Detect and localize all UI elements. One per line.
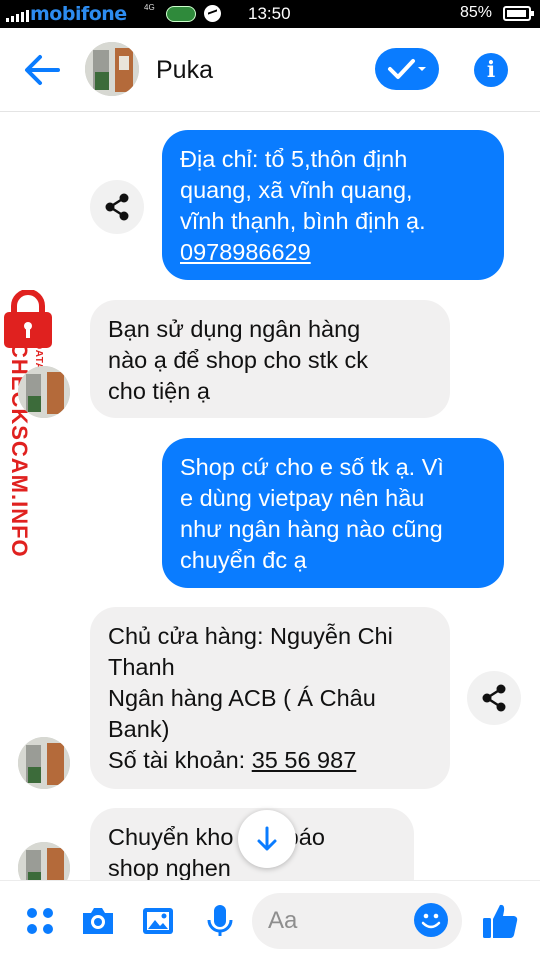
grid-dots-icon: [27, 908, 53, 934]
clock: 13:50: [248, 4, 291, 23]
message-text-line: Ngân hàng ACB ( Á Châu: [108, 685, 376, 711]
thumbs-up-icon: [483, 904, 518, 938]
emoji-icon: [421, 913, 441, 929]
voice-button[interactable]: [202, 903, 238, 939]
share-button[interactable]: [90, 180, 144, 234]
contact-avatar[interactable]: [85, 42, 139, 96]
message-bubble-incoming[interactable]: Bạn sử dụng ngân hàng nào ạ để shop cho …: [90, 300, 450, 418]
message-input-placeholder: Aa: [268, 907, 298, 934]
message-text-line: quang, xã vĩnh quang,: [180, 177, 413, 203]
camera-button[interactable]: [80, 903, 116, 939]
account-number-link[interactable]: 35 56 987: [252, 747, 357, 773]
back-button[interactable]: [22, 52, 62, 88]
share-icon: [482, 684, 506, 712]
sender-avatar[interactable]: [18, 737, 70, 789]
chat-header: Puka i: [0, 28, 540, 112]
sender-avatar[interactable]: [18, 366, 70, 418]
camera-icon: [83, 908, 113, 934]
account-label: Số tài khoản:: [108, 747, 252, 773]
back-arrow-icon: [25, 55, 60, 85]
image-icon: [143, 908, 173, 934]
battery-percent: 85%: [460, 4, 493, 21]
scroll-to-bottom-button[interactable]: [238, 810, 296, 868]
message-text-line: vĩnh thạnh, bình định ạ.: [180, 208, 426, 234]
delivered-check-button[interactable]: [375, 48, 439, 90]
message-bubble-outgoing[interactable]: Shop cứ cho e số tk ạ. Vì e dùng vietpay…: [162, 438, 504, 588]
phone-number-link[interactable]: 0978986629: [180, 237, 486, 268]
message-text-line: chuyển đc ạ: [180, 547, 307, 573]
message-bubble-incoming[interactable]: Chủ cửa hàng: Nguyễn Chi Thanh Ngân hàng…: [90, 607, 450, 789]
message-text-line: Shop cứ cho e số tk ạ. Vì: [180, 454, 444, 480]
message-text-line: Số tài khoản: 35 56 987: [108, 745, 432, 776]
share-button[interactable]: [467, 671, 521, 725]
message-composer: Aa: [0, 880, 540, 960]
message-bubble-outgoing[interactable]: Địa chỉ: tổ 5,thôn định quang, xã vĩnh q…: [162, 130, 504, 280]
contact-name[interactable]: Puka: [156, 56, 213, 85]
share-icon: [105, 193, 129, 221]
battery-icon: [503, 6, 534, 21]
gallery-button[interactable]: [140, 903, 176, 939]
message-text-line: cho tiện ạ: [108, 378, 210, 404]
message-text-line: nào ạ để shop cho stk ck: [108, 347, 368, 373]
message-text-line: Thanh: [108, 654, 175, 680]
check-icon: [388, 59, 426, 79]
app-notification-icon: [166, 6, 196, 22]
message-text-line: Chủ cửa hàng: Nguyễn Chi: [108, 623, 393, 649]
info-icon: i: [486, 57, 496, 83]
arrow-down-icon: [257, 826, 277, 851]
info-button[interactable]: i: [474, 53, 508, 87]
menu-button[interactable]: [22, 903, 58, 939]
lock-icon: [4, 290, 52, 348]
network-type-label: 4G: [144, 3, 155, 12]
message-text-line: như ngân hàng nào cũng: [180, 516, 443, 542]
message-text-line: Địa chỉ: tổ 5,thôn định: [180, 146, 408, 172]
microphone-icon: [207, 905, 233, 936]
message-text-line: e dùng vietpay nên hầu: [180, 485, 425, 511]
emoji-button[interactable]: [414, 903, 448, 937]
carrier-label: mobifone: [30, 3, 127, 25]
like-button[interactable]: [480, 901, 520, 941]
messenger-notification-icon: [204, 5, 221, 22]
signal-icon: [6, 8, 29, 22]
message-text-line: Bank): [108, 716, 170, 742]
status-bar: mobifone 4G 13:50 85%: [0, 0, 540, 28]
message-text-line: Bạn sử dụng ngân hàng: [108, 316, 361, 342]
